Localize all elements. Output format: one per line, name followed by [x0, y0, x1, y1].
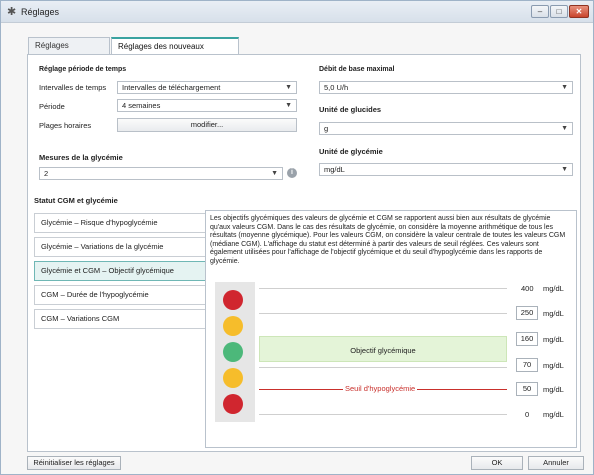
light-yellow-bottom — [223, 368, 243, 388]
mesures-select[interactable]: 2 ▼ — [39, 167, 283, 180]
statut-item-risque-hypo[interactable]: Glycémie – Risque d'hypoglycémie — [34, 213, 206, 233]
unit-250: mg/dL — [543, 309, 564, 318]
value-160-input[interactable]: 160 — [516, 332, 538, 346]
reset-settings-button[interactable]: Réinitialiser les réglages — [27, 456, 121, 470]
traffic-light — [215, 282, 255, 422]
mesures-title: Mesures de la glycémie — [39, 153, 123, 162]
chevron-down-icon: ▼ — [561, 166, 568, 173]
plages-horaires-label: Plages horaires — [39, 121, 92, 130]
modifier-plages-button[interactable]: modifier... — [117, 118, 297, 132]
periode-label: Période — [39, 102, 65, 111]
value-50-input[interactable]: 50 — [516, 382, 538, 396]
seuil-label: Seuil d'hypoglycémie — [343, 384, 418, 393]
debit-select[interactable]: 5,0 U/h ▼ — [319, 81, 573, 94]
title-bar[interactable]: ✱ Réglages – □ ✕ — [1, 1, 593, 23]
glucides-title: Unité de glucides — [319, 105, 382, 114]
statut-item-variations-glycemie[interactable]: Glycémie – Variations de la glycémie — [34, 237, 206, 257]
detail-panel: Les objectifs glycémiques des valeurs de… — [205, 210, 577, 448]
unit-50: mg/dL — [543, 385, 564, 394]
intervalles-select[interactable]: Intervalles de téléchargement ▼ — [117, 81, 297, 94]
debit-value: 5,0 U/h — [324, 83, 349, 92]
threshold-line-70 — [259, 367, 507, 368]
value-0: 0 — [525, 410, 530, 419]
glucides-select[interactable]: g ▼ — [319, 122, 573, 135]
statut-title: Statut CGM et glycémie — [34, 196, 118, 205]
statut-item-objectif-glycemique[interactable]: Glycémie et CGM – Objectif glycémique — [34, 261, 206, 281]
cancel-button[interactable]: Annuler — [528, 456, 584, 470]
light-yellow-top — [223, 316, 243, 336]
chevron-down-icon: ▼ — [285, 102, 292, 109]
chevron-down-icon: ▼ — [561, 84, 568, 91]
minimize-button[interactable]: – — [531, 5, 549, 18]
value-400: 400 — [521, 284, 534, 293]
threshold-line-250 — [259, 313, 507, 314]
objectif-description: Les objectifs glycémiques des valeurs de… — [210, 215, 566, 265]
window-title: Réglages — [21, 7, 60, 17]
light-red-bottom — [223, 394, 243, 414]
periode-select[interactable]: 4 semaines ▼ — [117, 99, 297, 112]
info-icon[interactable]: i — [287, 168, 297, 178]
periode-value: 4 semaines — [122, 101, 161, 110]
threshold-line-0 — [259, 414, 507, 415]
maximize-button[interactable]: □ — [550, 5, 568, 18]
value-250-input[interactable]: 250 — [516, 306, 538, 320]
glucides-value: g — [324, 124, 329, 133]
glycemie-unit-title: Unité de glycémie — [319, 147, 383, 156]
statut-item-variations-cgm[interactable]: CGM – Variations CGM — [34, 309, 206, 329]
settings-window: ✱ Réglages – □ ✕ Réglages généraux Régla… — [0, 0, 594, 475]
threshold-line-400 — [259, 288, 507, 289]
light-green — [223, 342, 243, 362]
glycemie-unit-select[interactable]: mg/dL ▼ — [319, 163, 573, 176]
debit-title: Débit de base maximal — [319, 66, 395, 73]
chevron-down-icon: ▼ — [285, 84, 292, 91]
unit-70: mg/dL — [543, 361, 564, 370]
gear-icon: ✱ — [7, 6, 17, 18]
intervalles-value: Intervalles de téléchargement — [122, 83, 221, 92]
intervalles-label: Intervalles de temps — [39, 83, 107, 92]
mesures-value: 2 — [44, 169, 49, 178]
tab-reglages-nouveaux-patients[interactable]: Réglages des nouveaux patients — [111, 37, 239, 66]
chevron-down-icon: ▼ — [271, 170, 278, 177]
unit-160: mg/dL — [543, 335, 564, 344]
tab-reglages-generaux[interactable]: Réglages généraux — [28, 37, 110, 65]
chevron-down-icon: ▼ — [561, 125, 568, 132]
unit-0: mg/dL — [543, 410, 564, 419]
light-red-top — [223, 290, 243, 310]
ok-button[interactable]: OK — [471, 456, 523, 470]
time-period-section-title: Réglage période de temps — [39, 66, 127, 73]
target-label: Objectif glycémique — [350, 346, 416, 355]
value-70-input[interactable]: 70 — [516, 358, 538, 372]
glycemie-unit-value: mg/dL — [324, 165, 345, 174]
statut-item-duree-hypo[interactable]: CGM – Durée de l'hypoglycémie — [34, 285, 206, 305]
unit-400: mg/dL — [543, 284, 564, 293]
close-button[interactable]: ✕ — [569, 5, 589, 18]
